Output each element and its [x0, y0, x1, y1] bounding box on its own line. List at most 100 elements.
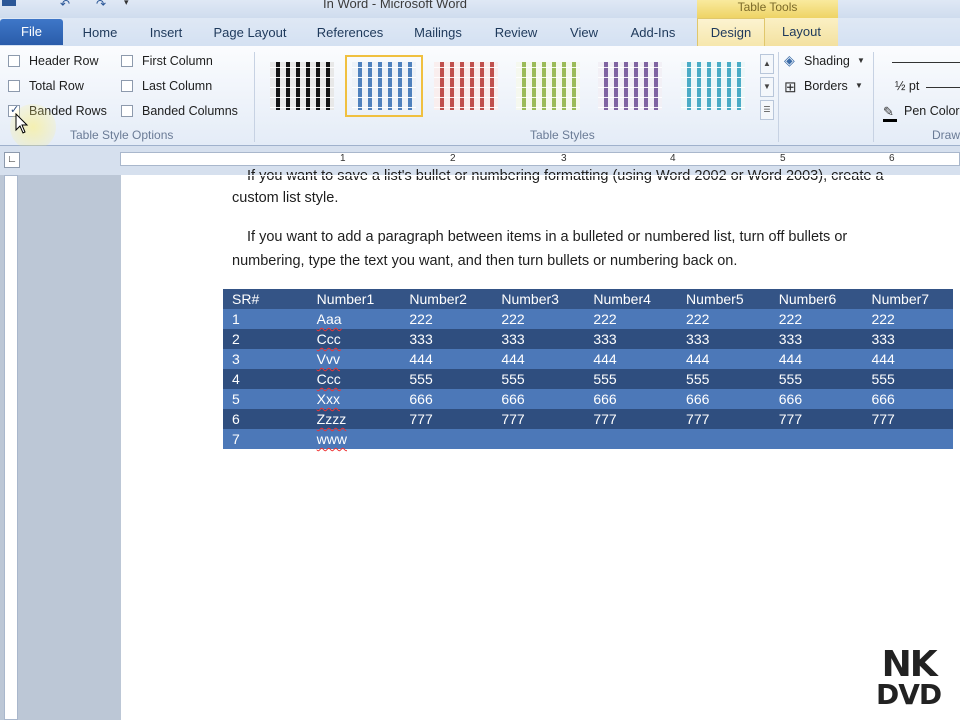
- table-cell[interactable]: 555: [862, 369, 953, 389]
- table-cell[interactable]: Vvv: [307, 349, 401, 369]
- tab-review[interactable]: Review: [486, 22, 546, 44]
- table-cell[interactable]: 555: [400, 369, 493, 389]
- pen-weight-select[interactable]: ½ pt: [895, 79, 919, 93]
- table-style-swatch[interactable]: [270, 62, 334, 110]
- table-cell[interactable]: 777: [584, 409, 678, 429]
- table-cell[interactable]: SR#: [223, 289, 308, 309]
- table-cell[interactable]: 7: [223, 429, 308, 449]
- redo-icon[interactable]: ↷: [96, 0, 106, 11]
- table-row[interactable]: 6 Zzzz 777 777 777 777 777 777: [223, 409, 953, 429]
- table-cell[interactable]: 555: [492, 369, 585, 389]
- tab-view[interactable]: View: [560, 22, 608, 44]
- table-cell[interactable]: Number2: [400, 289, 493, 309]
- table-cell[interactable]: www: [307, 429, 401, 449]
- undo-icon[interactable]: ↶: [60, 0, 70, 11]
- table-cell[interactable]: 222: [584, 309, 678, 329]
- table-cell[interactable]: 666: [400, 389, 493, 409]
- table-cell[interactable]: 666: [492, 389, 585, 409]
- pen-style-line[interactable]: [892, 62, 960, 63]
- gallery-scroll-down-button[interactable]: ▼: [760, 77, 774, 97]
- table-style-swatch[interactable]: [434, 62, 498, 110]
- last-column-checkbox[interactable]: [121, 80, 133, 92]
- chevron-down-icon[interactable]: ▼: [857, 56, 865, 65]
- table-cell[interactable]: 4: [223, 369, 308, 389]
- customize-qat-icon[interactable]: ▾: [124, 0, 129, 8]
- table-row[interactable]: 1 Aaa 222 222 222 222 222 222: [223, 309, 953, 329]
- table-cell[interactable]: Zzzz: [307, 409, 401, 429]
- table-cell[interactable]: 777: [492, 409, 585, 429]
- table-cell[interactable]: 222: [862, 309, 953, 329]
- table-row[interactable]: 3 Vvv 444 444 444 444 444 444: [223, 349, 953, 369]
- table-cell[interactable]: 333: [677, 329, 770, 349]
- table-cell[interactable]: Number6: [769, 289, 863, 309]
- table-row[interactable]: 7 www: [223, 429, 953, 449]
- table-cell[interactable]: Number5: [677, 289, 770, 309]
- table-cell[interactable]: [677, 429, 770, 449]
- table-cell[interactable]: Xxx: [307, 389, 401, 409]
- table-cell[interactable]: 444: [677, 349, 770, 369]
- gallery-more-button[interactable]: ☰: [760, 100, 774, 120]
- header-row-checkbox[interactable]: [8, 55, 20, 67]
- tab-insert[interactable]: Insert: [140, 22, 192, 44]
- table-cell[interactable]: [769, 429, 863, 449]
- table-cell[interactable]: 222: [769, 309, 863, 329]
- table-cell[interactable]: 555: [677, 369, 770, 389]
- table-cell[interactable]: Ccc: [307, 329, 401, 349]
- horizontal-ruler[interactable]: [120, 152, 960, 166]
- table-cell[interactable]: 333: [862, 329, 953, 349]
- table-cell[interactable]: 777: [769, 409, 863, 429]
- table-cell[interactable]: [584, 429, 678, 449]
- table-cell[interactable]: 333: [584, 329, 678, 349]
- table-cell[interactable]: Number4: [584, 289, 678, 309]
- borders-button[interactable]: Borders: [804, 79, 848, 93]
- table-cell[interactable]: 777: [677, 409, 770, 429]
- table-header-row[interactable]: SR# Number1 Number2 Number3 Number4 Number5 Nu…: [223, 289, 953, 309]
- tab-layout[interactable]: Layout: [765, 18, 838, 46]
- total-row-checkbox[interactable]: [8, 80, 20, 92]
- table-cell[interactable]: [862, 429, 953, 449]
- table-cell[interactable]: 666: [862, 389, 953, 409]
- table-cell[interactable]: 1: [223, 309, 308, 329]
- table-cell[interactable]: 222: [492, 309, 585, 329]
- first-column-checkbox[interactable]: [121, 55, 133, 67]
- tab-file[interactable]: File: [0, 19, 63, 45]
- table-row[interactable]: 5 Xxx 666 666 666 666 666 666: [223, 389, 953, 409]
- table-style-swatch[interactable]: [345, 55, 423, 117]
- table-cell[interactable]: 777: [400, 409, 493, 429]
- table-cell[interactable]: 222: [677, 309, 770, 329]
- table-cell[interactable]: 555: [584, 369, 678, 389]
- table-cell[interactable]: 777: [862, 409, 953, 429]
- tab-references[interactable]: References: [308, 22, 392, 44]
- table-cell[interactable]: [492, 429, 585, 449]
- chevron-down-icon[interactable]: ▼: [855, 81, 863, 90]
- table-cell[interactable]: 666: [584, 389, 678, 409]
- table-style-swatch[interactable]: [598, 62, 662, 110]
- pen-color-button[interactable]: Pen Color: [904, 104, 960, 118]
- table-style-swatch[interactable]: [516, 62, 580, 110]
- tab-home[interactable]: Home: [74, 22, 126, 44]
- table-row[interactable]: 4 Ccc 555 555 555 555 555 555: [223, 369, 953, 389]
- gallery-scroll-up-button[interactable]: ▲: [760, 54, 774, 74]
- tab-page-layout[interactable]: Page Layout: [205, 22, 295, 44]
- table-cell[interactable]: 333: [400, 329, 493, 349]
- document-table[interactable]: SR# Number1 Number2 Number3 Number4 Number5 Nu…: [223, 289, 953, 449]
- shading-button[interactable]: Shading: [804, 54, 850, 68]
- table-cell[interactable]: 222: [400, 309, 493, 329]
- table-row[interactable]: 2 Ccc 333 333 333 333 333 333: [223, 329, 953, 349]
- table-cell[interactable]: 333: [769, 329, 863, 349]
- table-cell[interactable]: 444: [862, 349, 953, 369]
- table-cell[interactable]: 333: [492, 329, 585, 349]
- table-style-swatch[interactable]: [681, 62, 745, 110]
- table-cell[interactable]: 666: [677, 389, 770, 409]
- tab-add-ins[interactable]: Add-Ins: [620, 22, 686, 44]
- tab-selector-button[interactable]: ∟: [4, 152, 20, 168]
- table-cell[interactable]: Aaa: [307, 309, 401, 329]
- table-cell[interactable]: 444: [492, 349, 585, 369]
- tab-design[interactable]: Design: [697, 18, 765, 46]
- table-cell[interactable]: Ccc: [307, 369, 401, 389]
- table-cell[interactable]: Number1: [307, 289, 401, 309]
- table-cell[interactable]: [400, 429, 493, 449]
- table-cell[interactable]: 2: [223, 329, 308, 349]
- table-cell[interactable]: 666: [769, 389, 863, 409]
- table-cell[interactable]: 444: [400, 349, 493, 369]
